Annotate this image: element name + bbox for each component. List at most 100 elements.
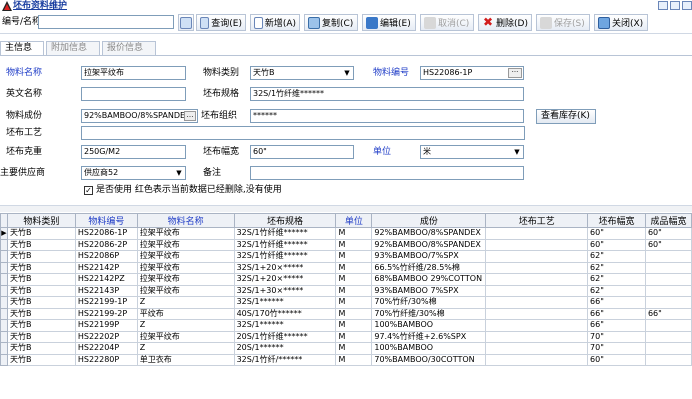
table-cell[interactable]: 66" xyxy=(587,319,646,332)
table-row[interactable]: 天竹B HS22202P 拉架平纹布 20S/1竹纤维****** M 97.4%竹纤维+… xyxy=(0,330,692,343)
width-field[interactable]: 60" xyxy=(250,145,354,159)
tab-additional[interactable]: 附加信息(2) xyxy=(46,41,100,66)
table-cell[interactable] xyxy=(485,353,589,366)
table-row[interactable]: 天竹B HS22086-2P 拉架平纹布 32S/1竹纤维****** M 92%BAMB… xyxy=(0,238,692,251)
table-cell[interactable]: 32S/1+20×***** xyxy=(233,261,337,274)
table-row[interactable]: 天竹B HS22204P Z 20S/1****** M 100%BAMBOO 70" xyxy=(0,342,692,355)
table-cell[interactable]: 32S/1****** xyxy=(233,319,337,332)
table-cell[interactable] xyxy=(485,284,589,297)
table-cell[interactable]: HS22199P xyxy=(74,319,138,332)
table-cell[interactable]: HS22086-1P xyxy=(74,227,138,240)
table-cell[interactable]: HS22143P xyxy=(74,284,138,297)
table-cell[interactable]: 天竹B xyxy=(6,273,76,286)
table-cell[interactable] xyxy=(644,273,692,286)
table-cell[interactable]: 天竹B xyxy=(6,284,76,297)
ellipsis-button[interactable]: ··· xyxy=(508,68,522,78)
table-cell[interactable]: 92%BAMBOO/8%SPANDEX xyxy=(371,238,487,251)
table-cell[interactable] xyxy=(644,319,692,332)
check-stock-button[interactable]: 查看库存(K) xyxy=(536,109,596,124)
tab-quote[interactable]: 报价信息(3) xyxy=(102,41,156,66)
table-cell[interactable]: M xyxy=(335,353,373,366)
table-row[interactable]: 天竹B HS22199P Z 32S/1****** M 100%BAMBOO 66" xyxy=(0,319,692,332)
table-cell[interactable]: 天竹B xyxy=(6,319,76,332)
table-cell[interactable]: HS22086-2P xyxy=(74,238,138,251)
table-cell[interactable]: M xyxy=(335,273,373,286)
clear-search-button[interactable] xyxy=(178,14,194,31)
table-cell[interactable]: 70%竹纤/30%棉 xyxy=(371,296,487,309)
table-row[interactable]: ▶ 天竹B HS22086-1P 拉架平纹布 32S/1竹纤维****** M 92%BAM… xyxy=(0,227,692,240)
table-cell[interactable]: HS22142P xyxy=(74,261,138,274)
table-cell[interactable] xyxy=(485,342,589,355)
table-cell[interactable] xyxy=(644,284,692,297)
remark-field[interactable] xyxy=(250,166,524,180)
table-cell[interactable]: 93%BAMBOO/7%SPX xyxy=(371,250,487,263)
column-header[interactable]: 坯布规格 xyxy=(233,213,337,228)
table-cell[interactable] xyxy=(644,330,692,343)
table-cell[interactable]: HS22199-2P xyxy=(74,307,138,320)
unit-select[interactable]: 米 ▼ xyxy=(420,145,524,159)
table-cell[interactable]: 70" xyxy=(587,330,646,343)
table-cell[interactable]: 60" xyxy=(644,227,692,240)
add-button[interactable]: 新增(A) xyxy=(250,14,300,31)
weight-field[interactable]: 250G/M2 xyxy=(81,145,186,159)
cancel-button[interactable]: 取消(C) xyxy=(420,14,474,31)
table-cell[interactable]: 拉架平纹布 xyxy=(136,261,235,274)
table-cell[interactable] xyxy=(644,296,692,309)
table-cell[interactable]: 拉架平纹布 xyxy=(136,227,235,240)
table-cell[interactable]: 66" xyxy=(587,307,646,320)
table-cell[interactable]: 32S/1+20×***** xyxy=(233,273,337,286)
table-cell[interactable] xyxy=(485,319,589,332)
table-row[interactable]: 天竹B HS22143P 拉架平纹布 32S/1+30×***** M 93%BAMBOO… xyxy=(0,284,692,297)
query-button[interactable]: 查询(E) xyxy=(196,14,246,31)
table-cell[interactable]: 20S/1竹纤维****** xyxy=(233,330,337,343)
table-row[interactable]: 天竹B HS22199-1P Z 32S/1****** M 70%竹纤/30%棉 66" xyxy=(0,296,692,309)
column-header[interactable]: 成份 xyxy=(371,213,487,228)
table-cell[interactable] xyxy=(485,250,589,263)
table-cell[interactable] xyxy=(644,353,692,366)
table-cell[interactable]: 32S/1****** xyxy=(233,296,337,309)
table-cell[interactable]: 60" xyxy=(587,238,646,251)
column-header[interactable]: 单位 xyxy=(335,213,373,228)
table-cell[interactable]: 拉架平纹布 xyxy=(136,330,235,343)
table-cell[interactable]: M xyxy=(335,319,373,332)
table-cell[interactable]: 天竹B xyxy=(6,250,76,263)
material-type-select[interactable]: 天竹B ▼ xyxy=(250,66,354,80)
table-cell[interactable]: 20S/1****** xyxy=(233,342,337,355)
table-cell[interactable]: HS22199-1P xyxy=(74,296,138,309)
material-no-field[interactable]: HS22086-1P ··· xyxy=(420,66,524,80)
table-row[interactable]: 天竹B HS22142PZ 拉架平纹布 32S/1+20×***** M 68%BAMBO… xyxy=(0,273,692,286)
table-cell[interactable]: 62" xyxy=(587,261,646,274)
supplier-select[interactable]: 供应商52 ▼ xyxy=(81,166,186,180)
table-cell[interactable]: 32S/1竹纤/****** xyxy=(233,353,337,366)
table-cell[interactable]: 天竹B xyxy=(6,307,76,320)
table-cell[interactable]: 70%BAMBOO/30COTTON xyxy=(371,353,487,366)
table-cell[interactable] xyxy=(644,342,692,355)
enabled-checkbox[interactable]: ✓ xyxy=(84,186,93,195)
spec-field[interactable]: 32S/1竹纤维****** xyxy=(250,87,524,101)
table-cell[interactable]: M xyxy=(335,342,373,355)
table-cell[interactable]: M xyxy=(335,330,373,343)
ellipsis-button[interactable]: … xyxy=(184,111,196,121)
table-cell[interactable]: M xyxy=(335,238,373,251)
table-cell[interactable]: 62" xyxy=(587,284,646,297)
table-cell[interactable]: Z xyxy=(136,319,235,332)
table-cell[interactable]: HS22086P xyxy=(74,250,138,263)
table-cell[interactable]: HS22142PZ xyxy=(74,273,138,286)
table-cell[interactable]: 62" xyxy=(587,250,646,263)
table-cell[interactable]: 天竹B xyxy=(6,296,76,309)
save-button[interactable]: 保存(S) xyxy=(536,14,590,31)
table-cell[interactable]: 平纹布 xyxy=(136,307,235,320)
table-cell[interactable]: 60" xyxy=(644,238,692,251)
table-row[interactable]: 天竹B HS22086P 拉架平纹布 32S/1竹纤维****** M 93%BAMBOO… xyxy=(0,250,692,263)
table-cell[interactable]: 68%BAMBOO 29%COTTON xyxy=(371,273,487,286)
english-name-field[interactable] xyxy=(81,87,186,101)
maximize-button[interactable] xyxy=(670,1,680,10)
table-cell[interactable]: 100%BAMBOO xyxy=(371,342,487,355)
table-cell[interactable]: M xyxy=(335,250,373,263)
search-input[interactable] xyxy=(38,15,174,29)
table-cell[interactable]: 32S/1+30×***** xyxy=(233,284,337,297)
table-cell[interactable] xyxy=(485,238,589,251)
tab-main[interactable]: 主信息(1) xyxy=(0,41,44,66)
table-cell[interactable]: 92%BAMBOO/8%SPANDEX xyxy=(371,227,487,240)
table-cell[interactable] xyxy=(485,296,589,309)
